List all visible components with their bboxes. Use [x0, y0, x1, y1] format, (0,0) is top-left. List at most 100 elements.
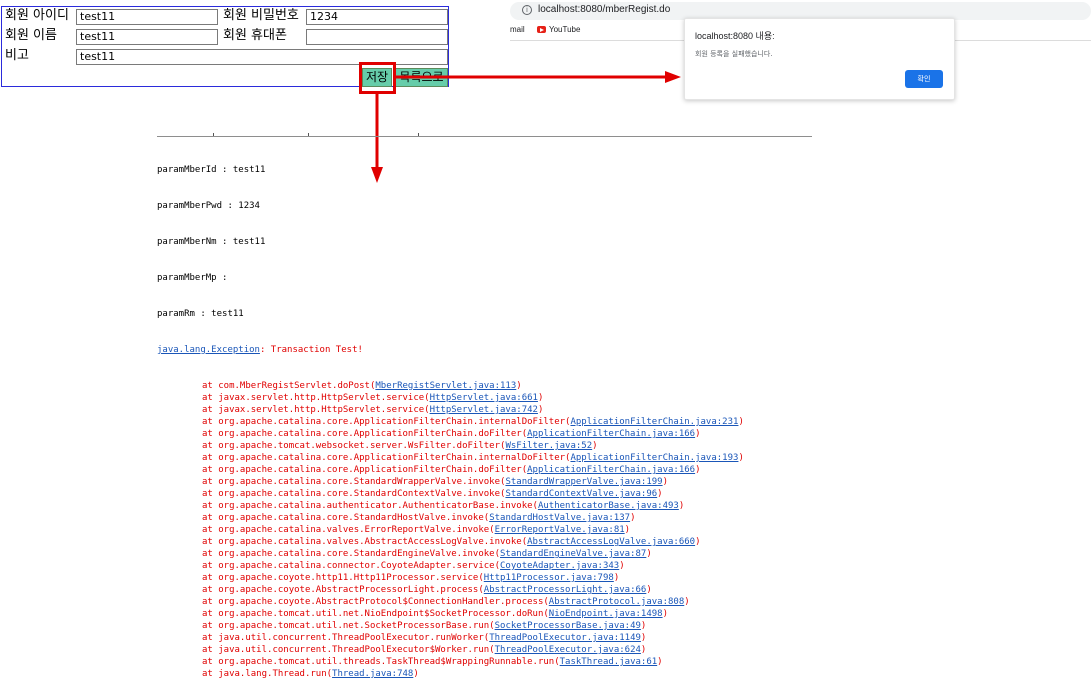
stack-frame-close-paren: ) [684, 597, 690, 607]
stack-frame: at org.apache.tomcat.websocket.server.Ws… [157, 440, 744, 452]
stack-frame-method: at org.apache.catalina.core.StandardEngi… [202, 549, 501, 559]
stack-frame: at org.apache.tomcat.util.net.NioEndpoin… [157, 608, 744, 620]
stack-frames: at com.MberRegistServlet.doPost(MberRegi… [157, 380, 744, 680]
stack-frame: at javax.servlet.http.HttpServlet.servic… [157, 392, 744, 404]
stack-frame-source-link[interactable]: Http11Processor.java:798 [484, 573, 614, 583]
stack-frame-close-paren: ) [646, 549, 652, 559]
stack-frame: at org.apache.catalina.core.StandardWrap… [157, 476, 744, 488]
stack-frame-source-link[interactable]: StandardHostValve.java:137 [489, 513, 630, 523]
stack-frame-close-paren: ) [413, 669, 419, 679]
stack-frame: at org.apache.catalina.core.StandardCont… [157, 488, 744, 500]
stack-frame-source-link[interactable]: ApplicationFilterChain.java:193 [570, 453, 738, 463]
stack-frame-close-paren: ) [695, 465, 701, 475]
stack-frame-source-link[interactable]: CoyoteAdapter.java:343 [500, 561, 619, 571]
stack-frame-method: at org.apache.catalina.valves.AbstractAc… [202, 537, 528, 547]
stack-frame-source-link[interactable]: StandardEngineValve.java:87 [500, 549, 646, 559]
stack-frame-close-paren: ) [613, 573, 620, 583]
stack-frame-close-paren: ) [640, 645, 647, 655]
stack-frame: at org.apache.catalina.valves.ErrorRepor… [157, 524, 744, 536]
stack-frame-close-paren: ) [630, 513, 636, 523]
console-output: paramMberId : test11 paramMberPwd : 1234… [157, 140, 744, 692]
dialog-message: 회원 등록을 실패했습니다. [695, 50, 773, 58]
param-line: paramMberId : test11 [157, 165, 266, 175]
param-line: paramMberPwd : 1234 [157, 201, 260, 211]
stack-frame-method: at javax.servlet.http.HttpServlet.servic… [202, 393, 430, 403]
stack-frame: at org.apache.catalina.core.StandardHost… [157, 512, 744, 524]
stack-frame-method: at java.util.concurrent.ThreadPoolExecut… [202, 633, 490, 643]
exception-line: java.lang.Exception: Transaction Test! [157, 344, 744, 356]
address-url[interactable]: localhost:8080/mberRegist.do [538, 4, 670, 16]
exception-class-link[interactable]: java.lang.Exception [157, 345, 260, 355]
console-tick [418, 133, 419, 136]
stack-frame-source-link[interactable]: StandardWrapperValve.java:199 [505, 477, 662, 487]
info-icon[interactable]: i [522, 5, 532, 15]
stack-frame-source-link[interactable]: StandardContextValve.java:96 [505, 489, 657, 499]
bookmark-mail[interactable]: mail [510, 25, 525, 35]
stack-frame-close-paren: ) [619, 561, 625, 571]
stack-frame-source-link[interactable]: ThreadPoolExecutor.java:1149 [489, 633, 641, 643]
stack-frame-close-paren: ) [537, 405, 544, 415]
stack-frame-close-paren: ) [695, 429, 701, 439]
stack-frame-close-paren: ) [678, 501, 685, 511]
stack-frame-close-paren: ) [640, 633, 647, 643]
stack-frame-close-paren: ) [592, 441, 598, 451]
stack-frame: at org.apache.catalina.connector.CoyoteA… [157, 560, 744, 572]
stack-frame-method: at org.apache.tomcat.websocket.server.Ws… [202, 441, 506, 451]
stack-frame: at com.MberRegistServlet.doPost(MberRegi… [157, 380, 744, 392]
stack-frame-source-link[interactable]: HttpServlet.java:742 [430, 405, 538, 415]
stack-frame: at org.apache.catalina.core.ApplicationF… [157, 428, 744, 440]
console-divider [157, 136, 812, 137]
stack-frame: at org.apache.coyote.http11.Http11Proces… [157, 572, 744, 584]
stack-frame: at org.apache.tomcat.util.threads.TaskTh… [157, 656, 744, 668]
stack-frame-method: at org.apache.coyote.AbstractProtocol$Co… [202, 597, 549, 607]
stack-frame-source-link[interactable]: AbstractProcessorLight.java:66 [484, 585, 647, 595]
stack-frame: at org.apache.catalina.core.StandardEngi… [157, 548, 744, 560]
stack-frame-source-link[interactable]: ApplicationFilterChain.java:166 [527, 429, 695, 439]
stack-frame-method: at org.apache.coyote.AbstractProcessorLi… [202, 585, 484, 595]
stack-frame: at org.apache.catalina.valves.AbstractAc… [157, 536, 744, 548]
stack-frame-method: at org.apache.coyote.http11.Http11Proces… [202, 573, 484, 583]
stack-frame-source-link[interactable]: SocketProcessorBase.java:49 [495, 621, 641, 631]
stack-frame-source-link[interactable]: NioEndpoint.java:1498 [549, 609, 663, 619]
stack-frame-source-link[interactable]: TaskThread.java:61 [560, 657, 658, 667]
stack-frame-close-paren: ) [657, 489, 663, 499]
bookmark-youtube[interactable]: YouTube [549, 25, 580, 35]
arrow-right-icon [396, 71, 681, 83]
stack-frame: at org.apache.catalina.authenticator.Aut… [157, 500, 744, 512]
stack-frame: at java.util.concurrent.ThreadPoolExecut… [157, 632, 744, 644]
stack-frame-source-link[interactable]: ApplicationFilterChain.java:166 [527, 465, 695, 475]
stack-frame-method: at java.lang.Thread.run( [202, 669, 333, 679]
stack-frame-source-link[interactable]: AbstractAccessLogValve.java:660 [527, 537, 695, 547]
stack-frame-source-link[interactable]: HttpServlet.java:661 [430, 393, 538, 403]
param-line: paramMberMp : [157, 273, 228, 283]
stack-frame: at org.apache.tomcat.util.net.SocketProc… [157, 620, 744, 632]
stack-frame-source-link[interactable]: ApplicationFilterChain.java:231 [570, 417, 738, 427]
stack-frame-source-link[interactable]: ThreadPoolExecutor.java:624 [495, 645, 641, 655]
stack-frame: at org.apache.catalina.core.ApplicationF… [157, 416, 744, 428]
stack-frame-close-paren: ) [537, 393, 544, 403]
youtube-icon [537, 26, 546, 33]
alert-dialog: localhost:8080 내용: 회원 등록을 실패했습니다. 확인 [684, 18, 955, 100]
stack-frame-close-paren: ) [738, 417, 744, 427]
dialog-title: localhost:8080 내용: [695, 31, 775, 41]
stack-frame-source-link[interactable]: WsFilter.java:52 [505, 441, 592, 451]
stack-frame-source-link[interactable]: AuthenticatorBase.java:493 [538, 501, 679, 511]
stack-frame-source-link[interactable]: ErrorReportValve.java:81 [495, 525, 625, 535]
stack-frame-close-paren: ) [646, 585, 652, 595]
stack-frame-method: at org.apache.catalina.valves.ErrorRepor… [202, 525, 495, 535]
stack-frame-close-paren: ) [662, 609, 668, 619]
stack-frame-source-link[interactable]: MberRegistServlet.java:113 [375, 381, 516, 391]
stack-frame-method: at org.apache.catalina.core.ApplicationF… [202, 465, 528, 475]
stack-frame-close-paren: ) [516, 381, 522, 391]
stack-frame-method: at org.apache.catalina.connector.CoyoteA… [202, 561, 501, 571]
dialog-ok-button[interactable]: 확인 [905, 70, 943, 88]
console-tick [308, 133, 309, 136]
stack-frame: at org.apache.coyote.AbstractProcessorLi… [157, 584, 744, 596]
stack-frame-method: at org.apache.catalina.core.ApplicationF… [202, 429, 528, 439]
stack-frame-method: at org.apache.catalina.core.StandardHost… [202, 513, 490, 523]
stack-frame-method: at javax.servlet.http.HttpServlet.servic… [202, 405, 430, 415]
stack-frame-source-link[interactable]: AbstractProtocol.java:808 [549, 597, 684, 607]
stack-frame: at java.lang.Thread.run(Thread.java:748) [157, 668, 744, 680]
stack-frame-method: at org.apache.catalina.authenticator.Aut… [202, 501, 538, 511]
stack-frame-source-link[interactable]: Thread.java:748 [332, 669, 413, 679]
